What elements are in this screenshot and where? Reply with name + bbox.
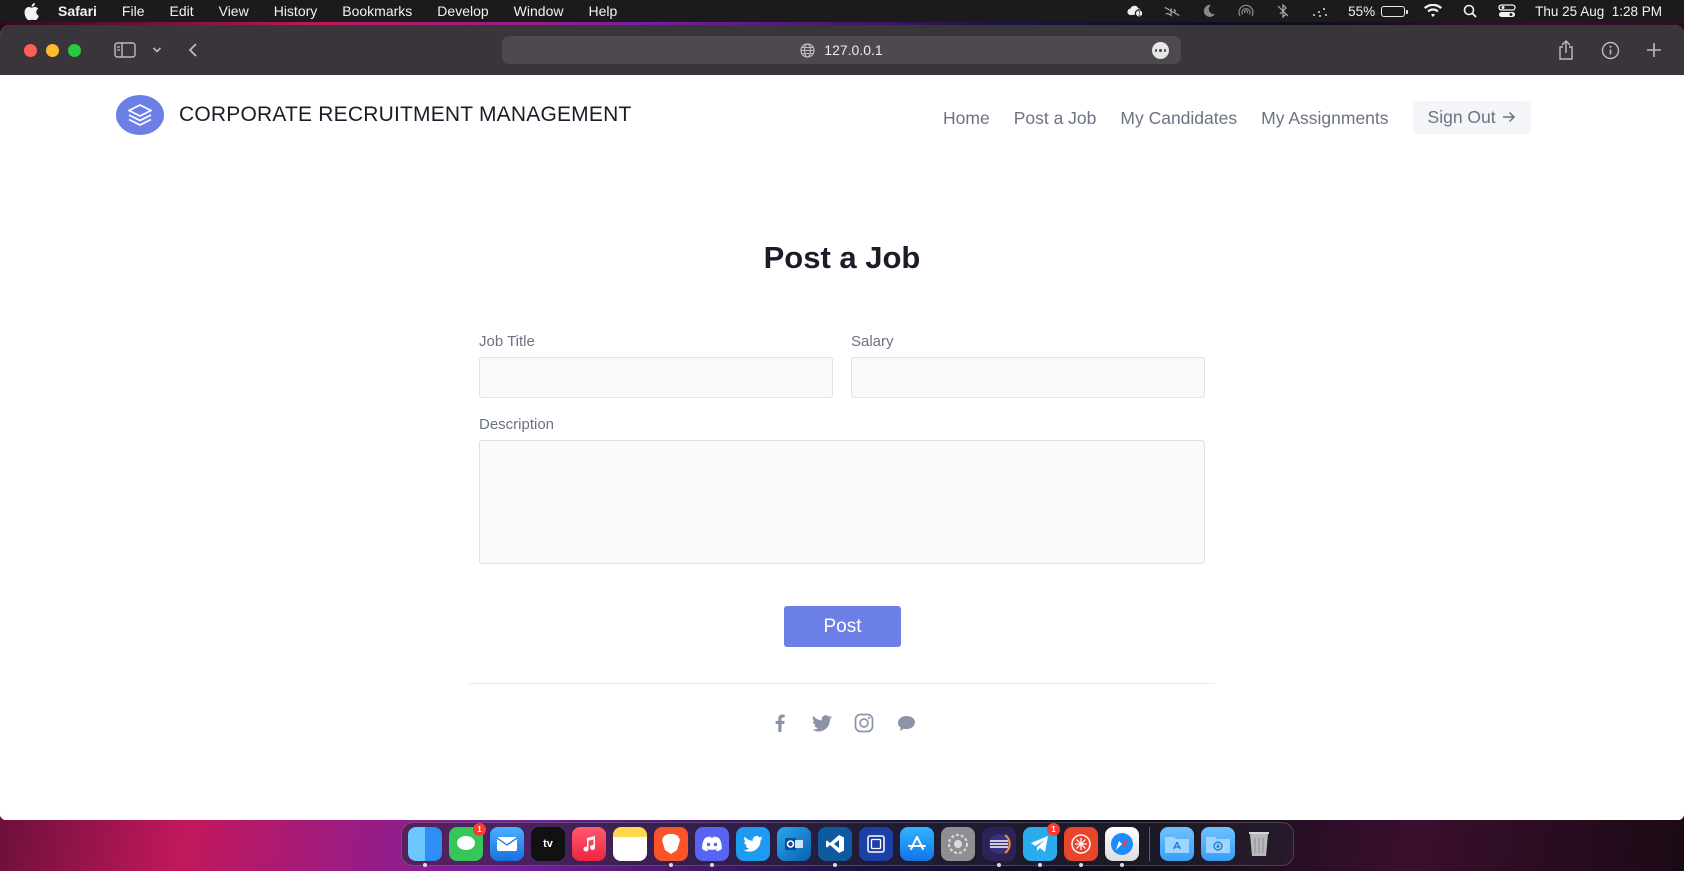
spotlight-search-icon[interactable] xyxy=(1461,4,1479,18)
url-text: 127.0.0.1 xyxy=(824,42,883,58)
dock-notes-icon[interactable] xyxy=(613,827,647,861)
dock-vscode-icon[interactable] xyxy=(818,827,852,867)
menu-file[interactable]: File xyxy=(122,3,145,19)
dock-brave-beta-icon[interactable] xyxy=(1064,827,1098,867)
back-icon[interactable] xyxy=(182,39,204,61)
apple-menu-icon[interactable] xyxy=(22,2,40,20)
menu-bar: Safari File Edit View History Bookmarks … xyxy=(0,0,1684,22)
job-title-label: Job Title xyxy=(479,333,535,350)
dock-outlook-icon[interactable] xyxy=(777,827,811,861)
dock-simulator-icon[interactable] xyxy=(859,827,893,861)
dock-downloads-folder-icon[interactable] xyxy=(1201,827,1235,861)
globe-icon xyxy=(800,42,815,58)
dock-app-store-icon[interactable] xyxy=(900,827,934,861)
description-label: Description xyxy=(479,416,555,433)
menu-clock[interactable]: Thu 25 Aug 1:28 PM xyxy=(1535,4,1662,19)
dock-twitter-icon[interactable] xyxy=(736,827,770,861)
sign-out-label: Sign Out xyxy=(1427,107,1496,127)
twitter-icon[interactable] xyxy=(812,713,832,733)
dock-messages-icon[interactable]: 1 xyxy=(449,823,486,861)
messages-badge: 1 xyxy=(473,823,486,836)
arrow-right-icon xyxy=(1502,107,1516,128)
footer-divider xyxy=(469,683,1215,684)
menu-help[interactable]: Help xyxy=(588,3,617,19)
menu-app-name[interactable]: Safari xyxy=(58,3,97,19)
address-bar[interactable]: 127.0.0.1 xyxy=(502,36,1181,64)
scatter-icon[interactable] xyxy=(1311,4,1329,18)
dock-tv-icon[interactable]: tv xyxy=(531,827,565,861)
sign-out-button[interactable]: Sign Out xyxy=(1412,101,1531,134)
battery-status[interactable]: 55% xyxy=(1348,3,1409,19)
focus-moon-icon[interactable] xyxy=(1200,4,1218,18)
nav-post-a-job[interactable]: Post a Job xyxy=(1014,108,1097,129)
svg-text:1: 1 xyxy=(1138,12,1142,18)
sidebar-toggle-icon[interactable] xyxy=(114,39,136,61)
nav-my-candidates[interactable]: My Candidates xyxy=(1120,108,1237,129)
dock-trash-icon[interactable] xyxy=(1242,827,1276,861)
page-menu-icon[interactable] xyxy=(1152,42,1169,59)
facebook-icon[interactable] xyxy=(770,713,790,733)
share-icon[interactable] xyxy=(1555,39,1577,61)
new-tab-icon[interactable] xyxy=(1643,39,1665,61)
salary-label: Salary xyxy=(851,333,894,350)
job-title-input[interactable] xyxy=(479,357,833,398)
menu-window[interactable]: Window xyxy=(514,3,564,19)
window-controls xyxy=(24,43,81,57)
chat-icon[interactable] xyxy=(896,713,916,733)
telegram-badge: 1 xyxy=(1047,823,1060,836)
menu-bookmarks[interactable]: Bookmarks xyxy=(342,3,412,19)
dock-safari-icon[interactable] xyxy=(1105,827,1139,867)
dock-system-preferences-icon[interactable] xyxy=(941,827,975,861)
zoom-window-button[interactable] xyxy=(68,43,81,57)
nav-my-assignments[interactable]: My Assignments xyxy=(1261,108,1388,129)
dock-applications-folder-icon[interactable] xyxy=(1160,827,1194,861)
nav-home[interactable]: Home xyxy=(943,108,990,129)
dock-mail-icon[interactable] xyxy=(490,827,524,861)
dock-music-icon[interactable] xyxy=(572,827,606,861)
muted-icon[interactable] xyxy=(1163,4,1181,18)
airdrop-icon[interactable] xyxy=(1237,4,1255,18)
post-button[interactable]: Post xyxy=(784,606,901,647)
dock-discord-icon[interactable] xyxy=(695,827,729,867)
main-nav: Home Post a Job My Candidates My Assignm… xyxy=(943,101,1531,135)
salary-input[interactable] xyxy=(851,357,1205,398)
dock: 1 tv 1 xyxy=(401,822,1294,867)
minimize-window-button[interactable] xyxy=(46,43,59,57)
dock-telegram-icon[interactable]: 1 xyxy=(1023,823,1060,867)
browser-toolbar: 127.0.0.1 xyxy=(0,25,1684,75)
social-links xyxy=(770,713,916,733)
info-icon[interactable] xyxy=(1599,39,1621,61)
menu-view[interactable]: View xyxy=(219,3,249,19)
layers-logo-icon xyxy=(116,95,164,135)
safari-window: 127.0.0.1 CORPORATE RECRUITMENT MANAGEME… xyxy=(0,25,1684,820)
menu-edit[interactable]: Edit xyxy=(169,3,193,19)
description-textarea[interactable] xyxy=(479,440,1205,564)
brand-name: CORPORATE RECRUITMENT MANAGEMENT xyxy=(179,103,632,126)
battery-icon xyxy=(1381,5,1409,17)
page-title: Post a Job xyxy=(763,240,921,275)
close-window-button[interactable] xyxy=(24,43,37,57)
control-center-icon[interactable] xyxy=(1498,4,1516,18)
dock-finder-icon[interactable] xyxy=(408,827,442,867)
instagram-icon[interactable] xyxy=(854,713,874,733)
bluetooth-off-icon[interactable] xyxy=(1274,4,1292,18)
tab-group-chevron-icon[interactable] xyxy=(146,39,168,61)
tv-label: tv xyxy=(543,838,553,850)
web-page: CORPORATE RECRUITMENT MANAGEMENT Home Po… xyxy=(0,75,1684,820)
menu-history[interactable]: History xyxy=(274,3,318,19)
site-brand[interactable]: CORPORATE RECRUITMENT MANAGEMENT xyxy=(116,95,631,135)
battery-percent: 55% xyxy=(1348,3,1376,19)
menu-develop[interactable]: Develop xyxy=(437,3,488,19)
dock-eclipse-icon[interactable] xyxy=(982,827,1016,867)
wifi-icon[interactable] xyxy=(1424,4,1443,18)
creative-cloud-icon[interactable]: 1 xyxy=(1126,4,1144,18)
dock-separator xyxy=(1149,827,1150,861)
dock-brave-icon[interactable] xyxy=(654,827,688,867)
